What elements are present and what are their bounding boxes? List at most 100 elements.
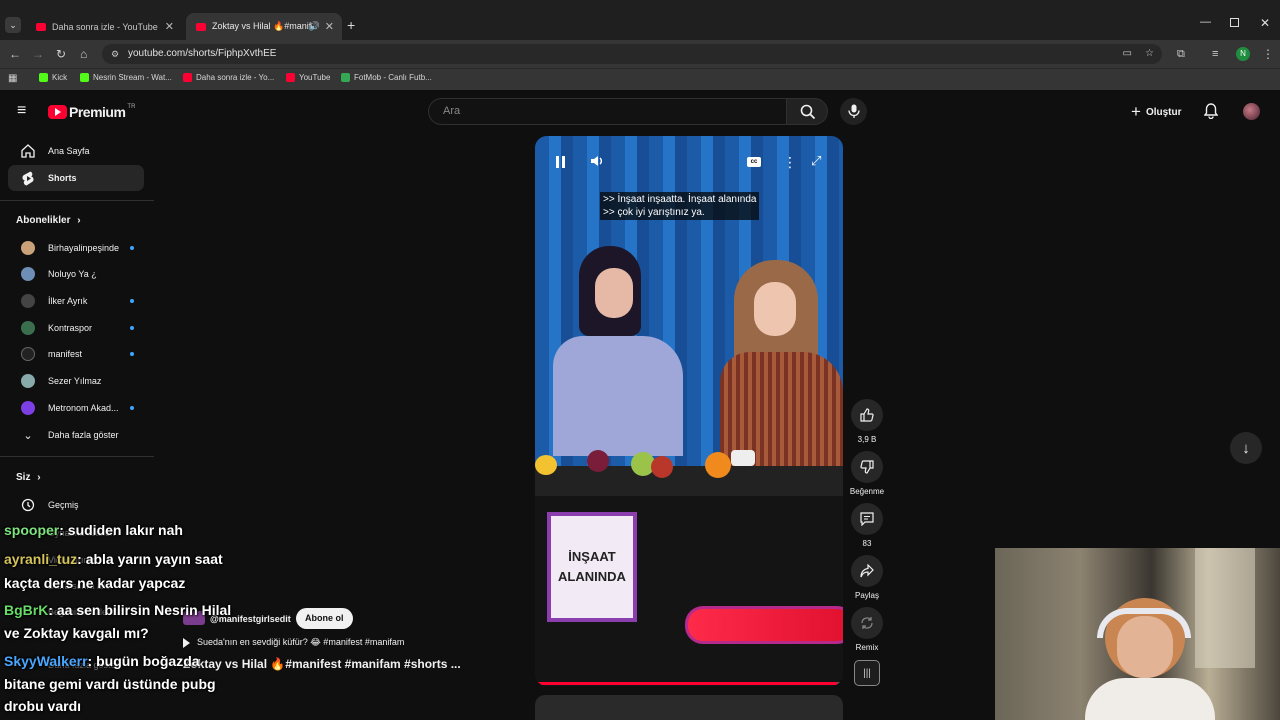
volume-button[interactable] [590,154,604,173]
reading-list-icon[interactable]: ≡ [1212,47,1218,61]
captions-button[interactable]: cc [747,157,761,167]
extensions-icon[interactable]: ⧉ [1177,47,1185,61]
chat-text: : bugün boğazda [87,653,200,669]
subscription-kontraspor[interactable]: Kontraspor [8,315,144,341]
new-content-dot [130,326,134,330]
account-avatar[interactable] [1243,103,1260,120]
notifications-button[interactable] [1203,103,1219,124]
premium-logo-text: Premium [69,104,126,120]
minimize-button[interactable]: — [1200,16,1211,28]
subscription-birhayalinpesinde[interactable]: Birhayalinpeşinde [8,235,144,261]
share-button[interactable] [851,555,883,587]
new-tab-button[interactable]: + [347,17,355,33]
chevron-down-icon: ⌄ [23,429,33,442]
tab-watch-later[interactable]: Daha sonra izle - YouTube ✕ [26,13,182,40]
chat-text: drobu vardı [4,698,82,714]
youtube-favicon-icon [196,22,206,31]
address-bar[interactable]: ⚙ youtube.com/shorts/FiphpXvthEE ▭ ☆ [102,44,1162,64]
menu-dots-icon[interactable]: ⋮ [1262,47,1274,61]
youtube-logo[interactable]: Premium TR [48,104,135,120]
sound-thumbnail[interactable]: ||| [854,660,880,686]
youtube-play-logo-icon [48,105,67,119]
home-icon [21,144,35,158]
bookmark-star-icon[interactable]: ☆ [1145,44,1154,64]
playlist-link[interactable]: Suedа'nın en sevdiği küfür? 😂 #manifest … [183,637,404,648]
like-button[interactable] [851,399,883,431]
reload-icon[interactable]: ↻ [56,47,66,61]
subscriptions-header[interactable]: Abonelikler › [16,215,81,226]
install-app-icon[interactable]: ▭ [1123,44,1132,64]
comment-icon [860,512,874,526]
subscription-noluyo-ya[interactable]: Noluyo Ya ¿ [8,261,144,287]
subscription-ilker-ayrik[interactable]: İlker Ayrık [8,288,144,314]
video-fruits [535,450,843,480]
sidebar-divider [0,200,154,201]
back-icon[interactable]: ← [9,47,21,61]
remix-label: Remix [855,643,879,652]
youtube-icon [183,73,192,82]
chat-text: ve Zoktay kavgalı mı? [4,625,149,641]
show-more-subscriptions[interactable]: ⌄ Daha fazla göster [8,422,144,448]
apps-grid-icon[interactable]: ▦ [8,72,17,86]
sidebar-item-home[interactable]: Ana Sayfa [8,138,144,164]
subscription-manifest[interactable]: manifest [8,341,144,367]
bookmark-watch-later[interactable]: Daha sonra izle - Yo... [183,73,274,82]
you-section-header[interactable]: Siz › [16,472,41,483]
like-count: 3,9 B [857,435,877,444]
arrow-down-icon: ↓ [1242,439,1250,457]
subscribe-button[interactable]: Abone ol [296,608,353,629]
tab-search-button[interactable]: ⌄ [5,17,21,33]
forward-icon[interactable]: → [32,47,44,61]
video-progress-fill [535,682,837,685]
search-button[interactable] [786,98,828,125]
microphone-icon [848,104,860,118]
remix-button[interactable] [851,607,883,639]
channel-avatar [21,374,35,388]
channel-avatar [21,401,35,415]
site-info-icon[interactable]: ⚙ [111,44,119,64]
create-label: Oluştur [1145,106,1182,118]
dislike-label: Beğenme [849,487,885,496]
bookmark-nesrin-stream[interactable]: Nesrin Stream - Wat... [80,73,172,82]
shorts-video-player[interactable]: İNŞAAT ALANINDA cc ⋮ ⤢ >> İnşaat inşaatt… [535,136,843,686]
new-content-dot [130,352,134,356]
dislike-button[interactable] [851,451,883,483]
audio-playing-icon[interactable]: 🔊 [309,21,320,32]
plus-icon: + [1131,102,1141,121]
maximize-button[interactable] [1230,18,1239,27]
comments-button[interactable] [851,503,883,535]
bookmark-youtube[interactable]: YouTube [286,73,330,82]
chat-text: kaçta ders ne kadar yapcaz [4,575,186,591]
create-button[interactable]: + Oluştur [1131,102,1182,122]
fotmob-icon [341,73,350,82]
channel-avatar [21,294,35,308]
voice-search-button[interactable] [840,98,867,125]
chat-message: ve Zoktay kavgalı mı? [4,625,149,641]
close-tab-icon[interactable]: ✕ [165,20,174,33]
close-tab-icon[interactable]: ✕ [325,20,334,33]
fullscreen-icon[interactable]: ⤢ [811,153,821,169]
sidebar-item-shorts[interactable]: Shorts [8,165,144,191]
video-red-bar-graphic [685,606,843,644]
video-progress-track[interactable] [535,682,843,685]
tab-current-short[interactable]: Zoktay vs Hilal 🔥#manifest 🔊 ✕ [186,13,342,40]
pause-button[interactable] [555,156,567,169]
audio-wave-icon: ||| [863,667,871,679]
hamburger-menu-icon[interactable]: ≡ [17,103,26,119]
search-input[interactable]: Ara [428,98,786,125]
subscription-metronom[interactable]: Metronom Akad... [8,395,144,421]
new-content-dot [130,406,134,410]
bookmark-fotmob[interactable]: FotMob - Canlı Futb... [341,73,432,82]
subscription-sezer-yilmaz[interactable]: Sezer Yılmaz [8,368,144,394]
close-window-button[interactable]: ✕ [1260,16,1270,30]
tab-title: Zoktay vs Hilal 🔥#manifest [212,21,312,31]
profile-avatar[interactable]: N [1236,47,1250,61]
bookmark-kick[interactable]: Kick [39,73,67,82]
next-video-button[interactable]: ↓ [1230,432,1262,464]
more-options-icon[interactable]: ⋮ [783,154,797,171]
sidebar-item-label: Shorts [48,173,77,183]
history-icon [21,498,35,512]
home-button-icon[interactable]: ⌂ [80,47,87,61]
sidebar-item-history[interactable]: Geçmiş [8,492,144,518]
new-content-dot [130,299,134,303]
